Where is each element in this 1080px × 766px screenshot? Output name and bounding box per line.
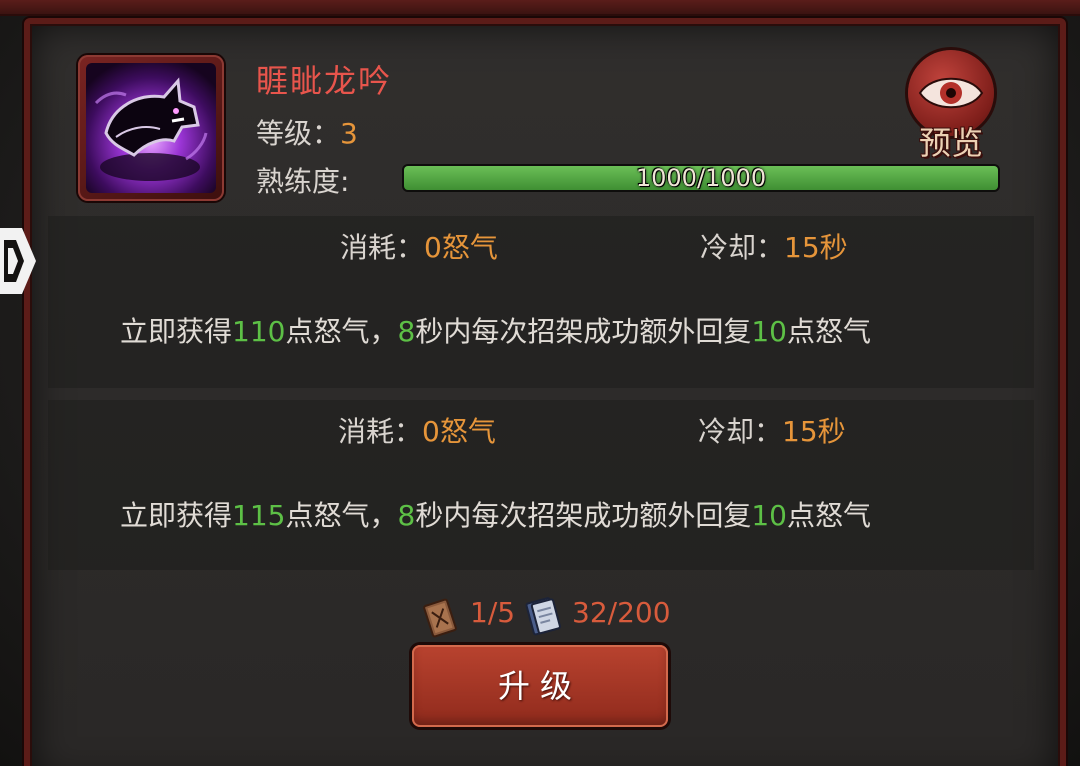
desc-number: 115 xyxy=(232,499,286,532)
cooldown-value: 15秒 xyxy=(784,231,848,264)
desc-number: 110 xyxy=(232,315,286,348)
wolf-skill-icon xyxy=(86,63,216,193)
desc-text: 点怒气， xyxy=(285,499,398,532)
scroll-icon xyxy=(525,597,561,636)
cost-label: 消耗： xyxy=(338,415,423,448)
desc-text: 点怒气 xyxy=(786,499,871,532)
upgrade-button[interactable]: 升级 xyxy=(412,645,668,727)
cooldown-label: 冷却： xyxy=(698,415,783,448)
material-2-count: 32/200 xyxy=(572,596,671,629)
skill-name: 睚眦龙吟 xyxy=(256,62,393,100)
cost-label: 消耗： xyxy=(340,231,425,264)
cooldown-label: 冷却： xyxy=(700,231,785,264)
skill-book-icon xyxy=(423,598,457,638)
level-row: 等级：3 xyxy=(256,112,358,152)
tier-1-cost: 消耗：0怒气 xyxy=(340,226,498,266)
desc-text: 点怒气 xyxy=(786,315,871,348)
tier-1-cooldown: 冷却：15秒 xyxy=(700,226,848,266)
tier-1-description: 立即获得110点怒气，8秒内每次招架成功额外回复10点怒气 xyxy=(120,310,871,350)
mastery-label: 熟练度: xyxy=(256,165,350,198)
desc-number: 8 xyxy=(397,315,416,348)
tier-1-band xyxy=(48,216,1034,388)
tier-2-band xyxy=(48,400,1034,570)
material-1-count: 1/5 xyxy=(470,596,516,629)
desc-text: 秒内每次招架成功额外回复 xyxy=(415,499,752,532)
preview-label: 预览 xyxy=(918,124,983,162)
skill-upgrade-screen: 睚眦龙吟 等级：3 熟练度: 1000/1000 预览 消耗：0怒气 冷却：15… xyxy=(0,0,1080,766)
desc-number: 10 xyxy=(751,499,787,532)
desc-text: 立即获得 xyxy=(120,499,233,532)
cost-value: 0怒气 xyxy=(422,415,496,448)
desc-text: 秒内每次招架成功额外回复 xyxy=(415,315,752,348)
tier-2-cost: 消耗：0怒气 xyxy=(338,410,496,450)
desc-text: 立即获得 xyxy=(120,315,233,348)
desc-number: 8 xyxy=(397,499,416,532)
tier-2-description: 立即获得115点怒气，8秒内每次招架成功额外回复10点怒气 xyxy=(120,494,871,534)
mastery-progress-bar: 1000/1000 xyxy=(404,166,998,190)
tier-2-cooldown: 冷却：15秒 xyxy=(698,410,846,450)
level-value: 3 xyxy=(340,117,358,150)
top-border xyxy=(0,0,1080,16)
desc-number: 10 xyxy=(751,315,787,348)
side-tab-icon[interactable] xyxy=(0,218,38,304)
mastery-progress-text: 1000/1000 xyxy=(635,166,767,190)
cost-value: 0怒气 xyxy=(424,231,498,264)
upgrade-button-label: 升级 xyxy=(497,667,582,705)
skill-icon-frame xyxy=(78,55,224,201)
preview-button[interactable]: 预览 xyxy=(906,50,996,162)
cooldown-value: 15秒 xyxy=(782,415,846,448)
desc-text: 点怒气， xyxy=(285,315,398,348)
level-label: 等级： xyxy=(256,117,341,150)
